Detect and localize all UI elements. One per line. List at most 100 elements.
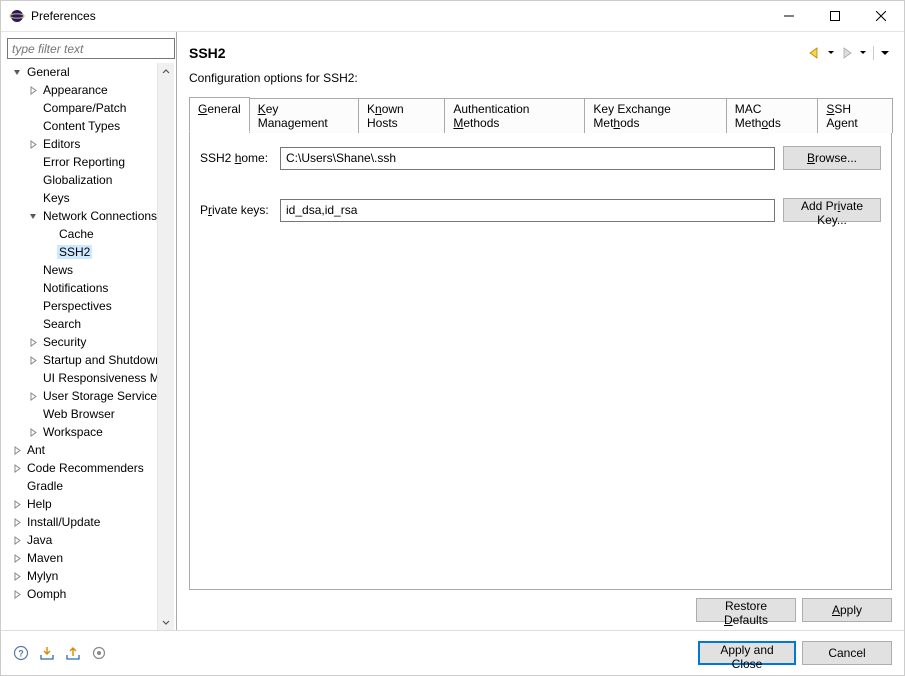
private-keys-input[interactable] (280, 199, 775, 222)
add-private-key-button[interactable]: Add Private Key... (783, 198, 881, 222)
tree-item[interactable]: User Storage Service (7, 387, 157, 405)
import-icon[interactable] (39, 645, 55, 661)
tree-item-label: General (25, 65, 72, 79)
tree-item-label: Gradle (25, 479, 65, 493)
tree-item[interactable]: Cache (7, 225, 157, 243)
minimize-button[interactable] (766, 1, 812, 31)
chevron-right-icon[interactable] (25, 424, 41, 440)
tree-item[interactable]: Maven (7, 549, 157, 567)
tree-item-label: Editors (41, 137, 82, 151)
chevron-right-icon[interactable] (25, 82, 41, 98)
tree-item[interactable]: Keys (7, 189, 157, 207)
back-button[interactable] (805, 44, 825, 62)
tree-item-label: SSH2 (57, 245, 92, 259)
tree-item-label: Maven (25, 551, 65, 565)
chevron-right-icon[interactable] (9, 568, 25, 584)
help-icon[interactable]: ? (13, 645, 29, 661)
app-icon (9, 8, 25, 24)
forward-menu-button[interactable] (857, 44, 869, 62)
ssh2-home-input[interactable] (280, 147, 775, 170)
tree-item[interactable]: Compare/Patch (7, 99, 157, 117)
chevron-right-icon[interactable] (9, 496, 25, 512)
tree-item-label: Startup and Shutdown (41, 353, 157, 367)
nav-history-buttons (805, 44, 892, 62)
window-title: Preferences (31, 9, 766, 23)
tree-item[interactable]: Perspectives (7, 297, 157, 315)
tree-item-label: Appearance (41, 83, 110, 97)
chevron-right-icon[interactable] (25, 352, 41, 368)
chevron-right-icon[interactable] (25, 136, 41, 152)
tree-item[interactable]: Error Reporting (7, 153, 157, 171)
svg-text:?: ? (18, 649, 24, 659)
tree-item[interactable]: Code Recommenders (7, 459, 157, 477)
chevron-right-icon[interactable] (25, 334, 41, 350)
tree-item[interactable]: Search (7, 315, 157, 333)
chevron-right-icon[interactable] (9, 460, 25, 476)
chevron-down-icon[interactable] (25, 208, 41, 224)
browse-button[interactable]: Browse... (783, 146, 881, 170)
tab[interactable]: MAC Methods (726, 98, 819, 133)
chevron-right-icon[interactable] (9, 514, 25, 530)
chevron-right-icon[interactable] (9, 550, 25, 566)
cancel-button[interactable]: Cancel (802, 641, 892, 665)
back-menu-button[interactable] (825, 44, 837, 62)
chevron-right-icon[interactable] (9, 532, 25, 548)
tree-item[interactable]: Mylyn (7, 567, 157, 585)
tab[interactable]: General (189, 97, 250, 132)
chevron-right-icon[interactable] (25, 388, 41, 404)
tree-item-label: Notifications (41, 281, 110, 295)
apply-button[interactable]: Apply (802, 598, 892, 622)
export-icon[interactable] (65, 645, 81, 661)
tree-item[interactable]: Gradle (7, 477, 157, 495)
tree-item-label: Compare/Patch (41, 101, 128, 115)
tree-item[interactable]: Ant (7, 441, 157, 459)
tree-item[interactable]: Workspace (7, 423, 157, 441)
chevron-down-icon[interactable] (9, 64, 25, 80)
tab[interactable]: Known Hosts (358, 98, 445, 133)
tree-item-label: Oomph (25, 587, 68, 601)
tree-item[interactable]: Oomph (7, 585, 157, 603)
tab-content: SSH2 home: Browse... Private keys: Add P… (189, 132, 892, 590)
filter-input[interactable] (7, 38, 175, 59)
tree-item[interactable]: Java (7, 531, 157, 549)
restore-defaults-button[interactable]: Restore Defaults (696, 598, 796, 622)
tree-item[interactable]: Editors (7, 135, 157, 153)
tab[interactable]: Authentication Methods (444, 98, 585, 133)
tree-item[interactable]: Globalization (7, 171, 157, 189)
sidebar: General Appearance Compare/Patch Content Ty… (1, 32, 177, 630)
tree-item[interactable]: Notifications (7, 279, 157, 297)
dialog-footer: ? Apply and Close Cancel (1, 630, 904, 675)
apply-and-close-button[interactable]: Apply and Close (698, 641, 796, 665)
tree-item-label: Perspectives (41, 299, 114, 313)
tree-item[interactable]: SSH2 (7, 243, 157, 261)
oomph-icon[interactable] (91, 645, 107, 661)
scroll-down-icon[interactable] (158, 613, 174, 630)
tree-item[interactable]: Startup and Shutdown (7, 351, 157, 369)
chevron-right-icon[interactable] (9, 586, 25, 602)
maximize-button[interactable] (812, 1, 858, 31)
page-description: Configuration options for SSH2: (189, 71, 892, 85)
forward-button[interactable] (837, 44, 857, 62)
scroll-up-icon[interactable] (158, 63, 174, 80)
tree-item[interactable]: Install/Update (7, 513, 157, 531)
tree-item[interactable]: Security (7, 333, 157, 351)
tab[interactable]: Key Management (249, 98, 359, 133)
view-menu-button[interactable] (878, 44, 892, 62)
tree-item-label: Error Reporting (41, 155, 127, 169)
chevron-right-icon[interactable] (9, 442, 25, 458)
preference-tree[interactable]: General Appearance Compare/Patch Content Ty… (7, 63, 157, 630)
tree-item[interactable]: Appearance (7, 81, 157, 99)
tree-item-label: Java (25, 533, 54, 547)
tree-item[interactable]: Content Types (7, 117, 157, 135)
tab[interactable]: SSH Agent (817, 98, 893, 133)
vertical-scrollbar[interactable] (157, 63, 174, 630)
tree-item[interactable]: General (7, 63, 157, 81)
tab[interactable]: Key Exchange Methods (584, 98, 726, 133)
tree-item[interactable]: News (7, 261, 157, 279)
tree-item[interactable]: UI Responsiveness Monitoring (7, 369, 157, 387)
tree-item[interactable]: Help (7, 495, 157, 513)
tree-item[interactable]: Network Connections (7, 207, 157, 225)
separator (873, 46, 874, 60)
tree-item[interactable]: Web Browser (7, 405, 157, 423)
close-button[interactable] (858, 1, 904, 31)
